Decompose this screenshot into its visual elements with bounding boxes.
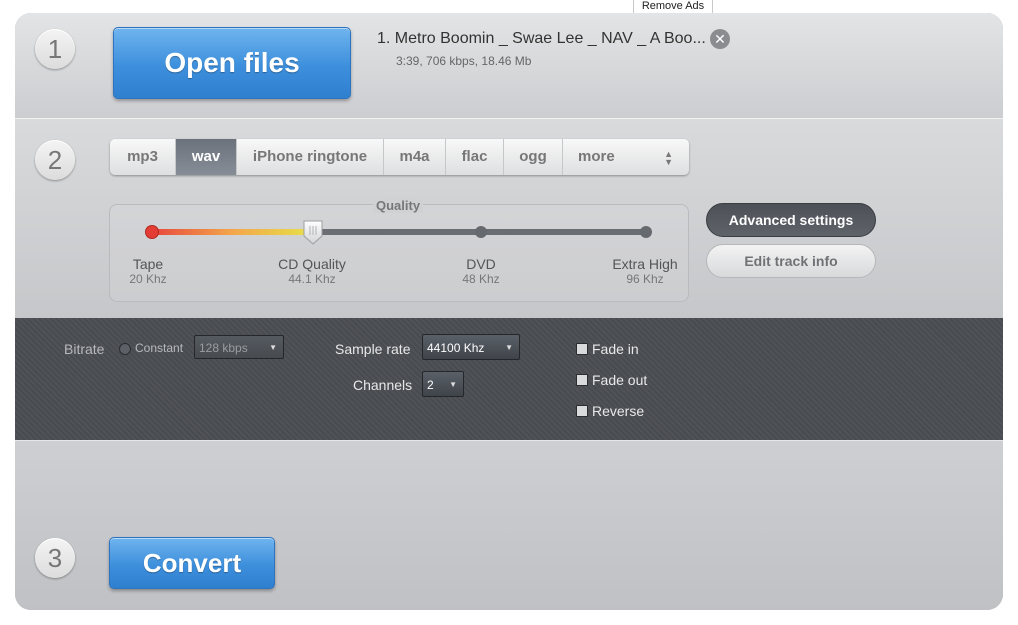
open-files-button[interactable]: Open files: [113, 27, 351, 99]
bitrate-label: Bitrate: [64, 341, 105, 357]
quality-slider-handle[interactable]: [302, 219, 324, 245]
sample-rate-label: Sample rate: [335, 341, 411, 357]
channels-value: 2: [427, 378, 434, 392]
tab-iphone-ringtone[interactable]: iPhone ringtone: [237, 139, 384, 175]
sample-rate-select[interactable]: 44100 Khz ▼: [422, 334, 520, 360]
quality-stop-extra-high[interactable]: [640, 226, 652, 238]
fade-in-label: Fade in: [592, 341, 639, 357]
quality-panel: [109, 204, 689, 302]
sample-rate-value: 44100 Khz: [427, 341, 485, 355]
remove-file-icon[interactable]: ✕: [710, 29, 730, 49]
quality-label-cd: CD Quality: [278, 256, 346, 272]
bitrate-constant-radio[interactable]: [119, 343, 131, 355]
edit-track-info-button[interactable]: Edit track info: [706, 244, 876, 278]
convert-button[interactable]: Convert: [109, 537, 275, 589]
quality-label-dvd: DVD: [466, 256, 496, 272]
reverse-checkbox[interactable]: [576, 405, 588, 417]
tab-wav[interactable]: wav: [176, 139, 237, 175]
advanced-settings-button[interactable]: Advanced settings: [706, 203, 876, 237]
bitrate-value: 128 kbps: [199, 341, 248, 355]
step-1-badge: 1: [35, 29, 75, 69]
quality-sub-extra-high: 96 Khz: [626, 272, 664, 286]
format-tabs: mp3 wav iPhone ringtone m4a flac ogg mor…: [110, 139, 689, 175]
tab-mp3[interactable]: mp3: [110, 139, 176, 175]
tab-more[interactable]: more ▲ ▼: [563, 139, 689, 175]
quality-sub-cd: 44.1 Khz: [288, 272, 336, 286]
tab-more-label: more: [578, 148, 615, 165]
updown-arrows-icon: ▲ ▼: [664, 149, 673, 167]
step-3-badge: 3: [35, 538, 75, 578]
step-2-badge: 2: [35, 140, 75, 180]
fade-out-checkbox[interactable]: [576, 374, 588, 386]
quality-stop-dvd[interactable]: [475, 226, 487, 238]
fade-out-label: Fade out: [592, 372, 648, 388]
tab-flac[interactable]: flac: [446, 139, 504, 175]
reverse-label: Reverse: [592, 403, 645, 419]
quality-sub-tape: 20 Khz: [129, 272, 167, 286]
file-name: 1. Metro Boomin _ Swae Lee _ NAV _ A Boo…: [377, 30, 706, 47]
converter-app: 1 Open files 1. Metro Boomin _ Swae Lee …: [15, 13, 1003, 610]
chevron-down-icon: ▼: [269, 343, 277, 352]
quality-stop-tape[interactable]: [146, 226, 158, 238]
quality-slider-fill: [151, 229, 313, 235]
quality-label-extra-high: Extra High: [612, 256, 678, 272]
quality-sub-dvd: 48 Khz: [462, 272, 500, 286]
remove-ads-link[interactable]: Remove Ads: [633, 0, 713, 14]
chevron-down-icon: ▼: [449, 380, 457, 389]
quality-title: Quality: [373, 198, 424, 213]
chevron-down-icon: ▼: [505, 343, 513, 352]
fade-in-checkbox[interactable]: [576, 343, 588, 355]
quality-label-tape: Tape: [132, 256, 164, 272]
channels-select[interactable]: 2 ▼: [422, 371, 464, 397]
tab-ogg[interactable]: ogg: [504, 139, 563, 175]
tab-m4a[interactable]: m4a: [384, 139, 446, 175]
bitrate-select[interactable]: 128 kbps ▼: [194, 335, 284, 359]
bitrate-mode-label: Constant: [135, 341, 184, 355]
channels-label: Channels: [353, 377, 413, 393]
file-meta: 3:39, 706 kbps, 18.46 Mb: [396, 54, 532, 68]
